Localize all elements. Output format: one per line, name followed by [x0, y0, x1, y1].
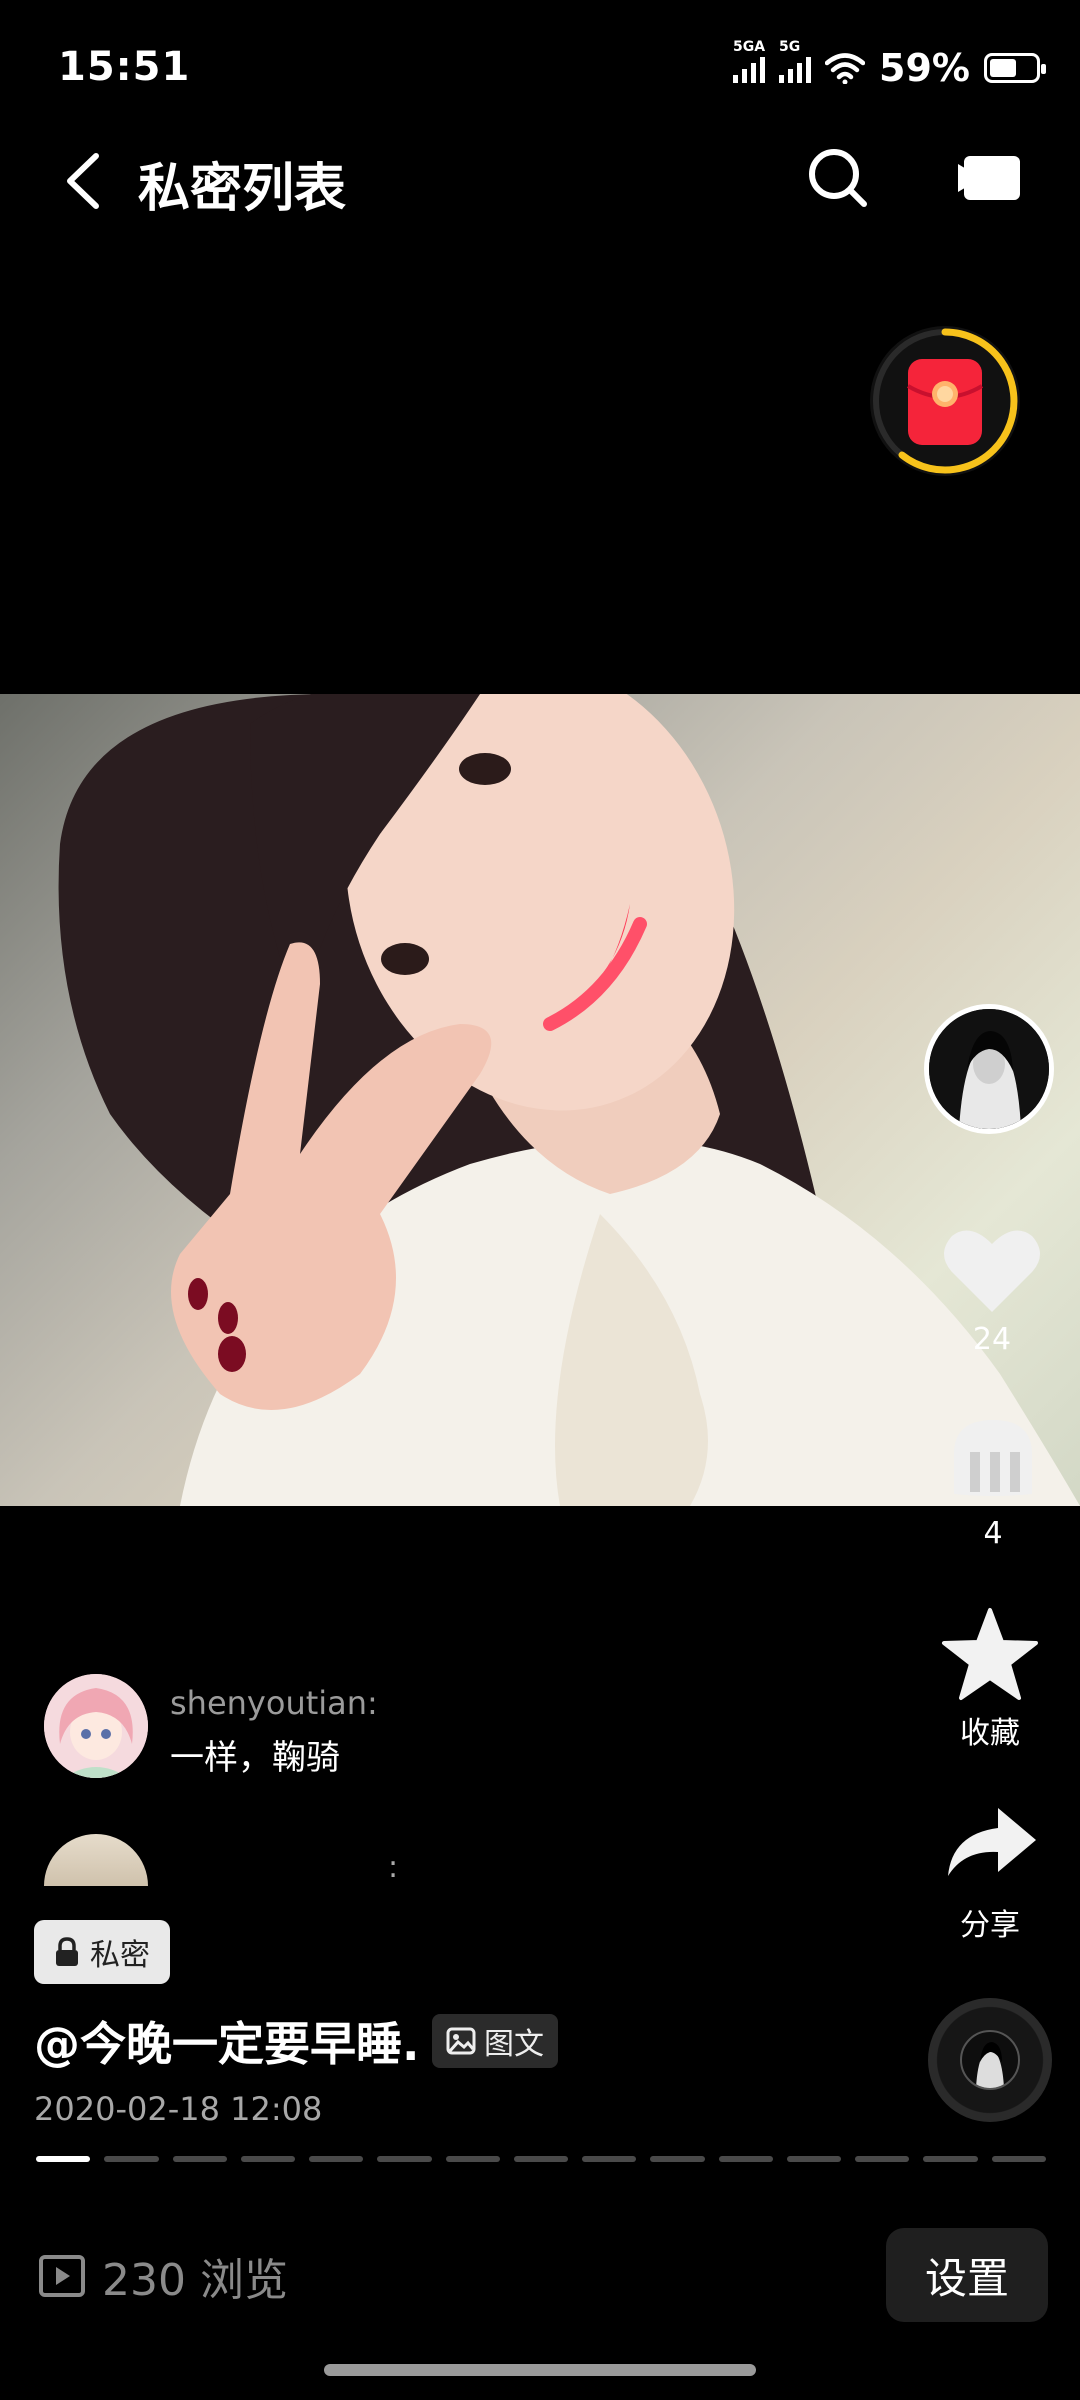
comment-text: 一样，鞠骑	[170, 1738, 340, 1778]
share-icon[interactable]	[944, 1804, 1038, 1880]
comment-username: shenyoutian:	[170, 1684, 378, 1722]
signal-5ga-icon: 5GA	[733, 39, 765, 83]
progress-segment	[718, 2156, 773, 2162]
post-image[interactable]	[0, 694, 1080, 1506]
page-title: 私密列表	[138, 159, 347, 219]
home-indicator[interactable]	[324, 2364, 756, 2376]
back-icon[interactable]	[60, 150, 108, 212]
play-icon	[39, 2255, 85, 2297]
progress-segment	[104, 2156, 159, 2162]
progress-segment	[855, 2156, 910, 2162]
progress-segment	[172, 2156, 227, 2162]
battery-icon	[984, 53, 1046, 83]
comment-avatar[interactable]	[44, 1674, 148, 1778]
wifi-icon	[825, 53, 866, 84]
post-title[interactable]: @今晚一定要早睡.	[34, 2008, 419, 2074]
music-disc[interactable]	[928, 1998, 1052, 2122]
image-icon	[446, 2027, 476, 2055]
music-cover	[960, 2030, 1020, 2090]
image-progress	[36, 2156, 1046, 2162]
comment-text: :	[388, 1850, 399, 1885]
progress-segment	[377, 2156, 432, 2162]
share-label[interactable]: 分享	[930, 1900, 1050, 1944]
search-icon[interactable]	[806, 146, 870, 210]
red-packet-icon	[873, 328, 1018, 474]
settings-button[interactable]: 设置	[886, 2228, 1048, 2322]
progress-segment	[650, 2156, 705, 2162]
signal-5g-icon: 5G	[779, 39, 812, 83]
comment-avatar[interactable]	[44, 1834, 148, 1886]
photo-illustration	[58, 694, 1080, 1506]
private-label: 私密	[90, 1938, 150, 1973]
views-label: 230 浏览	[102, 2255, 288, 2306]
status-time: 15:51	[58, 44, 191, 90]
progress-segment	[445, 2156, 500, 2162]
star-icon[interactable]	[940, 1606, 1040, 1702]
progress-segment	[923, 2156, 978, 2162]
progress-segment	[513, 2156, 569, 2162]
progress-segment	[786, 2156, 842, 2162]
heart-icon[interactable]	[942, 1224, 1042, 1316]
like-count: 24	[972, 1322, 1012, 1357]
progress-segment	[36, 2156, 91, 2162]
battery-percent: 59%	[879, 46, 970, 90]
lock-icon	[56, 1937, 78, 1966]
camera-icon[interactable]	[956, 150, 1026, 206]
post-type-tag: 图文	[432, 2014, 558, 2068]
progress-segment	[582, 2156, 637, 2162]
comment-icon[interactable]	[944, 1414, 1042, 1502]
views-counter: 230 浏览	[38, 2244, 288, 2308]
status-icons: 5GA 5G 59%	[733, 39, 1046, 90]
post-date: 2020-02-18 12:08	[34, 2090, 323, 2128]
private-badge: 私密	[34, 1920, 170, 1984]
post-type-label: 图文	[484, 2027, 544, 2062]
red-packet-button[interactable]	[870, 326, 1020, 476]
author-avatar[interactable]	[924, 1004, 1054, 1134]
comment-count: 4	[983, 1516, 1003, 1551]
progress-segment	[240, 2156, 296, 2162]
progress-segment	[991, 2156, 1046, 2162]
progress-segment	[309, 2156, 364, 2162]
favorite-label[interactable]: 收藏	[930, 1708, 1050, 1752]
